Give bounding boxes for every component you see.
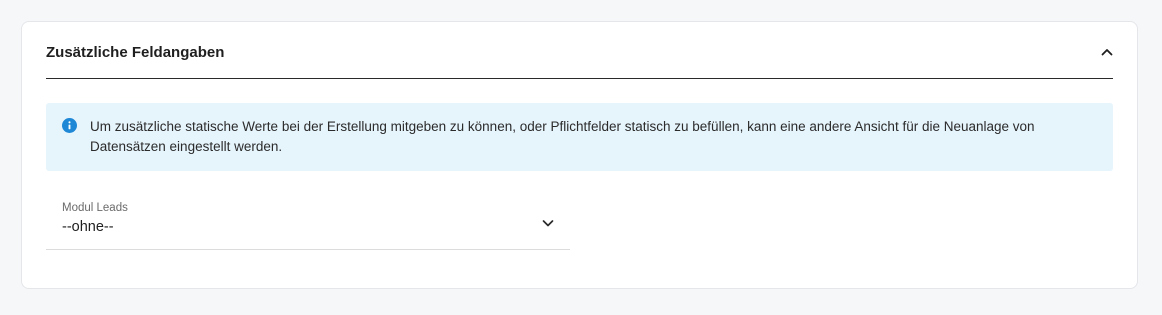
info-message: Um zusätzliche statische Werte bei der E… <box>46 103 1113 171</box>
chevron-up-icon <box>1101 49 1113 56</box>
info-icon <box>62 118 77 133</box>
chevron-down-icon[interactable] <box>540 215 556 231</box>
info-text: Um zusätzliche statische Werte bei der E… <box>90 119 1035 154</box>
select-label: Modul Leads <box>62 202 128 214</box>
section-title: Zusätzliche Feldangaben <box>46 43 225 61</box>
additional-fields-card: Zusätzliche Feldangaben Um zusätzliche s… <box>21 21 1138 289</box>
section-header[interactable]: Zusätzliche Feldangaben <box>46 22 1113 79</box>
module-leads-select[interactable]: Modul Leads --ohne-- <box>46 195 570 250</box>
collapse-button[interactable] <box>1095 40 1119 64</box>
select-value: --ohne-- <box>62 219 114 235</box>
